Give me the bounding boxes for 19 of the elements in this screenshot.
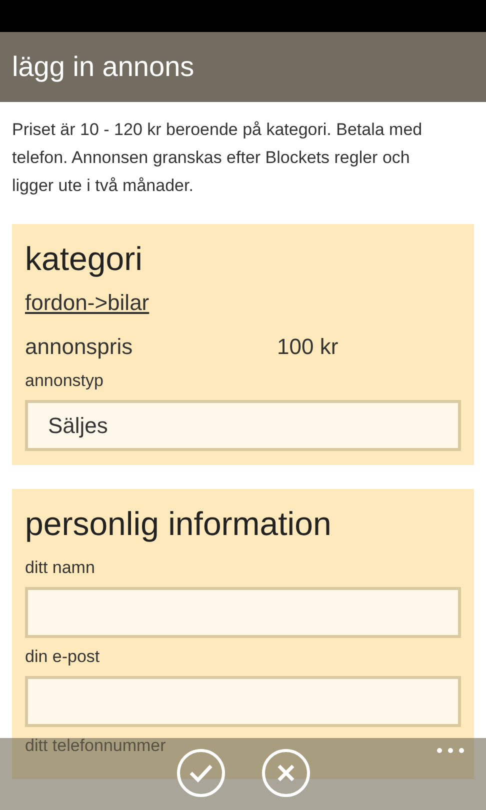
intro-text: Priset är 10 - 120 kr beroende på kategori. Betala med telefon. Annonsen granskas efter Blockets regler och ligger ute i två månader.: [12, 119, 424, 197]
field-label: ditt namn: [25, 557, 95, 579]
check-icon: [188, 763, 212, 783]
field-label: ditt telefonnummer: [25, 735, 166, 757]
type-dropdown[interactable]: Säljes: [25, 400, 461, 451]
more-icon[interactable]: [437, 748, 464, 753]
input-field[interactable]: [25, 676, 461, 727]
cancel-button[interactable]: [262, 749, 310, 797]
page-title: lägg in annons: [12, 50, 194, 84]
card-title: kategori: [25, 239, 142, 279]
input-field[interactable]: [25, 587, 461, 638]
field-label: din e-post: [25, 646, 100, 668]
close-icon: [276, 764, 294, 782]
category-link[interactable]: fordon->bilar: [25, 288, 150, 318]
card-title: personlig information: [25, 504, 332, 544]
confirm-button[interactable]: [176, 749, 224, 797]
price-label: annonspris: [25, 333, 134, 361]
price-value: 100 kr: [277, 333, 338, 361]
field-label: annonstyp: [25, 370, 104, 392]
